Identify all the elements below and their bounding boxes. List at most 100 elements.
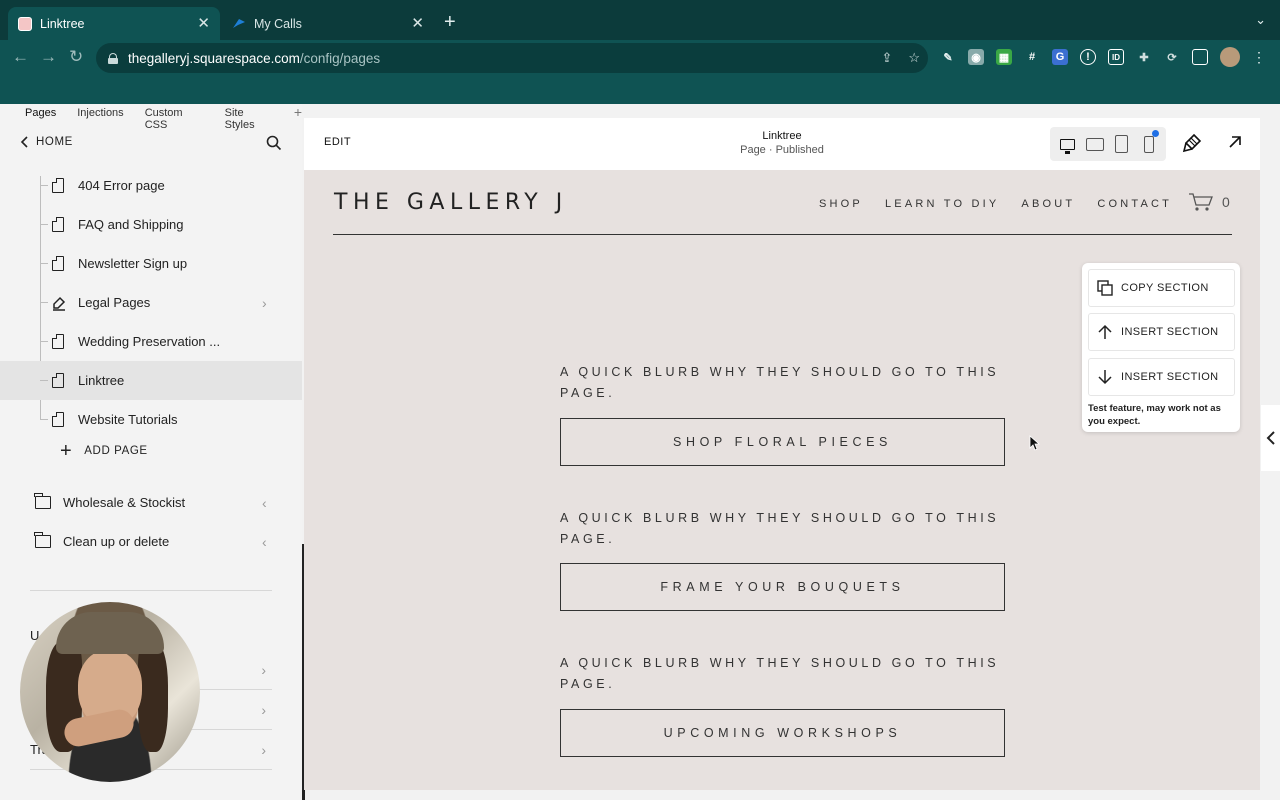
home-label: HOME xyxy=(36,136,73,148)
nav-contact[interactable]: CONTACT xyxy=(1097,198,1172,210)
page-label: Legal Pages xyxy=(78,295,151,310)
page-label: FAQ and Shipping xyxy=(78,217,184,232)
sidebar-folder-clean-up-or-delete[interactable]: Clean up or delete ‹ xyxy=(0,522,302,561)
url-host: thegalleryj.squarespace.com xyxy=(128,50,300,66)
nav-shop[interactable]: SHOP xyxy=(819,198,863,210)
camera-icon[interactable]: ◉ xyxy=(968,49,984,65)
mouse-cursor-icon xyxy=(1029,435,1041,451)
sidepanel-icon[interactable] xyxy=(1192,49,1208,65)
profile-avatar[interactable] xyxy=(1220,47,1240,67)
sidebar-item-legal-pages[interactable]: Legal Pages › xyxy=(0,283,302,322)
page-label: Newsletter Sign up xyxy=(78,256,188,271)
extensions-bar: ✎ ◉ ▦ # G ! ID ✚ ⟳ ⋮ xyxy=(940,47,1266,67)
extension-icon[interactable]: ▦ xyxy=(996,49,1012,65)
side-panel-toggle[interactable] xyxy=(1261,405,1280,471)
chevron-left-icon[interactable]: ‹ xyxy=(262,534,267,550)
tablet-landscape-icon[interactable] xyxy=(1083,132,1107,156)
id-icon[interactable]: ID xyxy=(1108,49,1124,65)
forward-icon[interactable]: → xyxy=(40,48,57,65)
star-icon[interactable]: ☆ xyxy=(908,50,920,66)
chevron-left-icon[interactable]: ‹ xyxy=(262,495,267,511)
hashtag-icon[interactable]: # xyxy=(1024,49,1040,65)
frame-your-bouquets-button[interactable]: FRAME YOUR BOUQUETS xyxy=(560,563,1005,611)
test-feature-note: Test feature, may work not as you expect… xyxy=(1088,403,1221,427)
sidebar-item-wedding-preservation[interactable]: Wedding Preservation ... xyxy=(0,322,302,361)
tab-custom-css[interactable]: Custom CSS xyxy=(145,107,204,131)
sidebar-divider xyxy=(30,590,272,591)
sidebar-subtabs: Pages Injections Custom CSS Site Styles … xyxy=(25,105,302,131)
add-page-label: ADD PAGE xyxy=(84,445,148,457)
page-icon xyxy=(52,217,64,232)
close-tab-icon[interactable]: ✕ xyxy=(411,16,424,31)
new-tab-icon[interactable]: + xyxy=(444,12,456,32)
share-icon[interactable]: ⇪ xyxy=(881,50,892,66)
pages-sidebar: Pages Injections Custom CSS Site Styles … xyxy=(0,104,302,800)
upcoming-workshops-button[interactable]: UPCOMING WORKSHOPS xyxy=(560,709,1005,757)
paintbrush-icon[interactable] xyxy=(1182,133,1202,153)
insert-section-label: INSERT SECTION xyxy=(1121,371,1219,383)
sidebar-item-linktree[interactable]: Linktree xyxy=(0,361,302,400)
sidebar-folder-wholesale-stockist[interactable]: Wholesale & Stockist ‹ xyxy=(0,483,302,522)
tablet-portrait-icon[interactable] xyxy=(1110,132,1134,156)
insert-section-above-button[interactable]: INSERT SECTION xyxy=(1088,313,1235,351)
tab-injections[interactable]: Injections xyxy=(77,107,123,131)
tab-search-chevron-icon[interactable]: ⌄ xyxy=(1255,12,1266,28)
page-icon xyxy=(52,412,64,427)
nav-about[interactable]: ABOUT xyxy=(1021,198,1075,210)
lock-icon[interactable] xyxy=(108,52,118,64)
puzzle-icon[interactable]: ✚ xyxy=(1136,49,1152,65)
open-external-icon[interactable] xyxy=(1226,133,1244,151)
preview-header: EDIT Linktree Page · Published xyxy=(304,118,1260,170)
page-icon xyxy=(52,334,64,349)
back-icon[interactable]: ← xyxy=(12,48,29,65)
home-back-link[interactable]: HOME xyxy=(20,136,73,148)
linktree-favicon-icon xyxy=(18,16,32,31)
insert-section-below-button[interactable]: INSERT SECTION xyxy=(1088,358,1235,396)
page-meta: Linktree Page · Published xyxy=(682,130,882,156)
edit-button[interactable]: EDIT xyxy=(324,136,351,148)
tab-site-styles[interactable]: Site Styles xyxy=(225,107,273,131)
section-actions-menu: COPY SECTION INSERT SECTION INSERT SECTI… xyxy=(1082,263,1240,432)
page-label: Website Tutorials xyxy=(78,412,178,427)
eyedropper-icon[interactable]: ✎ xyxy=(940,49,956,65)
cart-icon xyxy=(1189,193,1213,211)
url-path: /config/pages xyxy=(299,50,381,66)
reload-icon[interactable]: ↻ xyxy=(69,48,83,65)
mobile-icon[interactable] xyxy=(1137,130,1161,156)
cart-link[interactable]: 0 xyxy=(1188,192,1230,212)
more-icon[interactable]: ⋮ xyxy=(1252,49,1266,66)
page-title: Linktree xyxy=(762,130,802,142)
sidebar-item-404-error-page[interactable]: 404 Error page xyxy=(0,166,302,205)
page-label: Linktree xyxy=(78,373,125,388)
folder-icon xyxy=(34,532,51,548)
arrow-up-icon xyxy=(1089,324,1121,340)
translate-icon[interactable]: G xyxy=(1052,49,1068,65)
copy-section-label: COPY SECTION xyxy=(1121,282,1209,294)
site-nav: SHOP LEARN TO DIY ABOUT CONTACT xyxy=(819,198,1172,210)
webcam-overlay xyxy=(20,602,200,782)
header-divider xyxy=(333,234,1232,235)
sidebar-item-website-tutorials[interactable]: Website Tutorials xyxy=(0,400,302,439)
add-page-button[interactable]: + ADD PAGE xyxy=(60,441,148,461)
password-icon[interactable]: ! xyxy=(1080,49,1096,65)
close-tab-icon[interactable]: ✕ xyxy=(197,16,210,31)
site-title[interactable]: THE GALLERY J xyxy=(334,190,568,215)
tab-my-calls[interactable]: My Calls ✕ xyxy=(222,7,434,40)
shop-floral-pieces-button[interactable]: SHOP FLORAL PIECES xyxy=(560,418,1005,466)
copy-section-button[interactable]: COPY SECTION xyxy=(1088,269,1235,307)
add-tab-icon[interactable]: + xyxy=(294,105,302,131)
chevron-right-icon: › xyxy=(261,742,266,758)
page-label: 404 Error page xyxy=(78,178,165,193)
tab-linktree[interactable]: Linktree ✕ xyxy=(8,7,220,40)
copy-icon xyxy=(1089,280,1121,296)
sync-icon[interactable]: ⟳ xyxy=(1164,49,1180,65)
nav-learn-to-diy[interactable]: LEARN TO DIY xyxy=(885,198,999,210)
search-icon[interactable] xyxy=(266,135,282,151)
tab-pages[interactable]: Pages xyxy=(25,107,56,131)
sidebar-item-faq-and-shipping[interactable]: FAQ and Shipping xyxy=(0,205,302,244)
desktop-icon[interactable] xyxy=(1056,132,1080,156)
sidebar-item-newsletter-sign-up[interactable]: Newsletter Sign up xyxy=(0,244,302,283)
address-bar[interactable]: thegalleryj.squarespace.com/config/pages… xyxy=(96,43,928,73)
chevron-right-icon[interactable]: › xyxy=(262,295,267,311)
page-icon xyxy=(52,256,64,271)
